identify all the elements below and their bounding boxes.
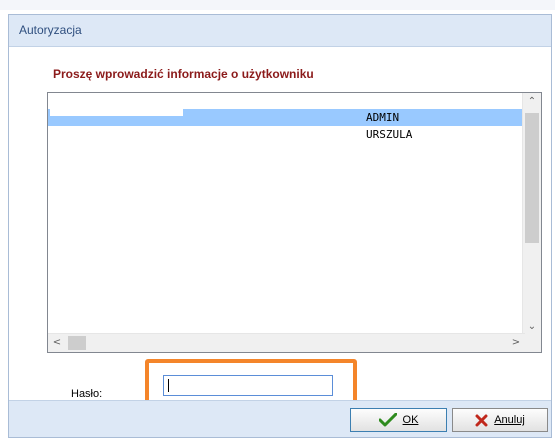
user-list-row-admin[interactable]: ADMIN bbox=[48, 109, 522, 126]
button-bar: OK Anuluj bbox=[9, 400, 551, 437]
cancel-button[interactable]: Anuluj bbox=[452, 408, 548, 432]
background-strip bbox=[0, 0, 555, 10]
vertical-scroll-thumb[interactable] bbox=[525, 113, 539, 243]
redacted-name bbox=[51, 126, 189, 143]
redacted-name bbox=[50, 109, 183, 116]
horizontal-scrollbar[interactable]: < > bbox=[48, 333, 525, 352]
ok-button[interactable]: OK bbox=[350, 408, 447, 432]
user-login: ADMIN bbox=[366, 111, 400, 124]
password-label: Hasło: bbox=[71, 388, 103, 400]
ok-button-label: OK bbox=[402, 414, 419, 426]
scroll-left-arrow-icon[interactable]: < bbox=[48, 334, 66, 352]
cancel-button-label: Anuluj bbox=[494, 414, 525, 426]
text-caret bbox=[168, 379, 169, 392]
authorization-dialog: Autoryzacja Proszę wprowadzić informacje… bbox=[8, 14, 552, 438]
password-field[interactable] bbox=[163, 375, 333, 396]
scroll-down-arrow-icon[interactable]: ⌄ bbox=[523, 318, 541, 335]
section-label: Proszę wprowadzić informacje o użytkowni… bbox=[53, 67, 314, 81]
horizontal-scroll-thumb[interactable] bbox=[68, 336, 86, 350]
vertical-scrollbar[interactable]: ⌃ ⌄ bbox=[522, 93, 541, 335]
user-login: URSZULA bbox=[366, 128, 413, 141]
x-icon bbox=[475, 414, 488, 426]
checkmark-icon bbox=[378, 413, 397, 427]
user-list[interactable]: ADMIN URSZULA ⌃ ⌄ < > bbox=[47, 92, 542, 353]
scroll-up-arrow-icon[interactable]: ⌃ bbox=[523, 93, 541, 110]
title-bar: Autoryzacja bbox=[9, 15, 551, 47]
user-list-row-urszula[interactable]: URSZULA bbox=[48, 126, 522, 143]
window-title: Autoryzacja bbox=[19, 23, 82, 37]
scroll-corner bbox=[523, 334, 541, 352]
